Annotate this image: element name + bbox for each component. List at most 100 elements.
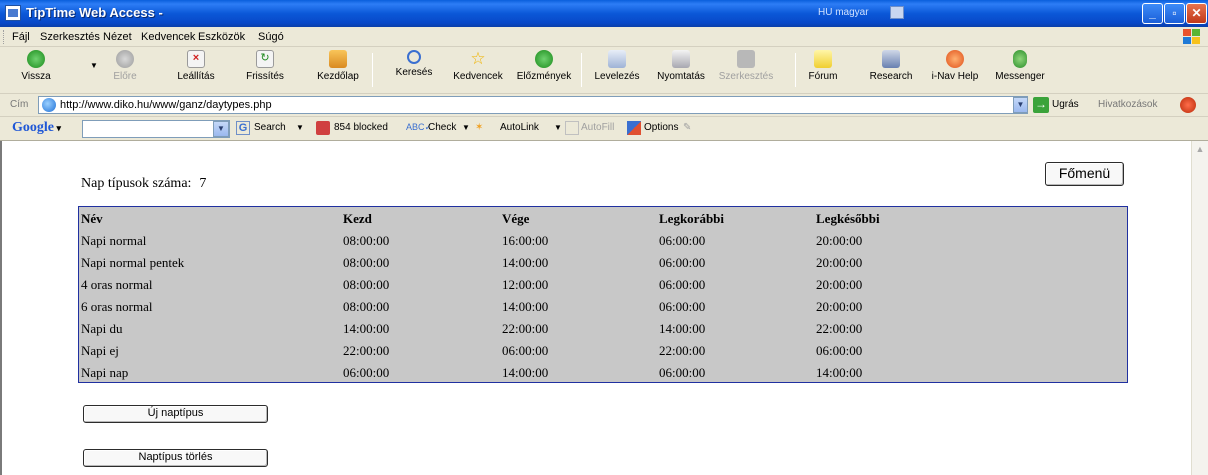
cell-earliest: 14:00:00 [659, 321, 706, 336]
search-dropdown-icon[interactable]: ▼ [296, 123, 304, 132]
toolbar-extension-icon[interactable] [1180, 97, 1196, 113]
menu-edit[interactable]: Szerkesztés [40, 31, 100, 43]
table-row[interactable]: Napi du 14:00:00 22:00:00 14:00:00 22:00… [79, 317, 1127, 339]
cell-earliest: 22:00:00 [659, 343, 706, 358]
highlight-pen-icon[interactable]: ✎ [683, 122, 691, 133]
cell-latest: 06:00:00 [816, 343, 863, 358]
new-day-type-button[interactable]: Új naptípus [83, 405, 268, 423]
research-button[interactable]: Research [866, 50, 916, 90]
cell-start: 08:00:00 [343, 299, 390, 314]
check-button[interactable]: Check [428, 122, 456, 133]
maximize-button[interactable]: ▫ [1164, 3, 1185, 24]
cell-start: 08:00:00 [343, 255, 390, 270]
cell-start: 22:00:00 [343, 343, 390, 358]
options-icon [627, 121, 641, 135]
table-header: Név Kezd Vége Legkorábbi Legkésőbbi [79, 207, 1127, 229]
cell-latest: 20:00:00 [816, 277, 863, 292]
google-search-input[interactable] [82, 120, 230, 138]
google-logo[interactable]: Google ▾ [12, 120, 61, 136]
autolink-button[interactable]: AutoLink [500, 122, 539, 133]
language-indicator[interactable]: HU magyar [818, 7, 869, 18]
minimize-button[interactable]: _ [1142, 3, 1163, 24]
language-bar-icon[interactable] [890, 6, 904, 19]
cell-name[interactable]: Napi normal [81, 233, 146, 249]
back-button[interactable]: Vissza [16, 50, 56, 90]
cell-name[interactable]: Napi nap [81, 365, 128, 381]
address-dropdown-icon[interactable]: ▼ [1013, 97, 1028, 113]
forward-button[interactable]: Előre [105, 50, 145, 90]
table-row[interactable]: Napi ej 22:00:00 06:00:00 22:00:00 06:00… [79, 339, 1127, 361]
toolbar-grip[interactable] [3, 30, 6, 44]
toolbar-separator [581, 53, 582, 87]
toolbar-separator [795, 53, 796, 87]
history-button[interactable]: Előzmények [515, 50, 573, 90]
cell-start: 06:00:00 [343, 365, 390, 380]
research-icon [882, 50, 900, 68]
address-url[interactable]: http://www.diko.hu/www/ganz/daytypes.php [60, 99, 272, 111]
inav-help-icon [946, 50, 964, 68]
google-search-button[interactable]: Search [254, 122, 286, 133]
refresh-button[interactable]: ↻ Frissítés [240, 50, 290, 90]
messenger-button[interactable]: Messenger [995, 50, 1045, 90]
cell-start: 08:00:00 [343, 277, 390, 292]
popup-blocker-icon [316, 121, 330, 135]
popup-blocked-count[interactable]: 854 blocked [334, 122, 388, 133]
cell-latest: 22:00:00 [816, 321, 863, 336]
mail-button[interactable]: Levelezés [593, 50, 641, 90]
menu-help[interactable]: Súgó [258, 31, 284, 43]
cell-name[interactable]: 6 oras normal [81, 299, 152, 315]
vertical-scrollbar[interactable]: ▲ [1191, 141, 1208, 475]
home-button[interactable]: Kezdőlap [312, 50, 364, 90]
menu-file[interactable]: Fájl [12, 31, 30, 43]
cell-latest: 14:00:00 [816, 365, 863, 380]
table-row[interactable]: Napi normal pentek 08:00:00 14:00:00 06:… [79, 251, 1127, 273]
cell-end: 14:00:00 [502, 255, 549, 270]
options-button[interactable]: Options [644, 122, 678, 133]
go-button[interactable]: Ugrás [1052, 99, 1079, 110]
edit-button[interactable]: Szerkesztés [717, 50, 775, 90]
ie-app-icon [5, 5, 21, 21]
column-header-start: Kezd [343, 211, 372, 226]
column-header-latest: Legkésőbbi [816, 211, 880, 226]
column-header-earliest: Legkorábbi [659, 211, 725, 226]
cell-end: 06:00:00 [502, 343, 549, 358]
forum-button[interactable]: Fórum [808, 50, 838, 90]
table-row[interactable]: Napi nap 06:00:00 14:00:00 06:00:00 14:0… [79, 361, 1127, 383]
address-input[interactable]: http://www.diko.hu/www/ganz/daytypes.php [38, 96, 1028, 114]
print-button[interactable]: Nyomtatás [655, 50, 707, 90]
page-favicon-icon [42, 98, 56, 112]
close-button[interactable]: ✕ [1186, 3, 1207, 24]
stop-button[interactable]: × Leállítás [172, 50, 220, 90]
google-search-dropdown-icon[interactable]: ▼ [213, 121, 229, 137]
check-dropdown-icon[interactable]: ▼ [462, 123, 470, 132]
menu-view[interactable]: Nézet [103, 31, 132, 43]
main-menu-button[interactable]: Főmenü [1045, 162, 1124, 186]
cell-start: 08:00:00 [343, 233, 390, 248]
search-button[interactable]: Keresés [392, 50, 436, 90]
cell-name[interactable]: Napi normal pentek [81, 255, 184, 271]
back-dropdown-icon[interactable]: ▼ [90, 61, 98, 70]
cell-earliest: 06:00:00 [659, 255, 706, 270]
table-row[interactable]: Napi normal 08:00:00 16:00:00 06:00:00 2… [79, 229, 1127, 251]
menu-favorites[interactable]: Kedvencek [141, 31, 195, 43]
cell-name[interactable]: Napi du [81, 321, 123, 337]
favorites-button[interactable]: ☆ Kedvencek [451, 50, 505, 90]
inav-help-button[interactable]: i-Nav Help [929, 50, 981, 90]
standard-toolbar: Vissza ▼ Előre × Leállítás ↻ Frissítés K… [0, 47, 1208, 94]
autofill-button[interactable]: AutoFill [581, 122, 614, 133]
table-row[interactable]: 6 oras normal 08:00:00 14:00:00 06:00:00… [79, 295, 1127, 317]
scroll-up-icon[interactable]: ▲ [1193, 142, 1207, 156]
autolink-dropdown-icon[interactable]: ▼ [554, 123, 562, 132]
day-types-table: Név Kezd Vége Legkorábbi Legkésőbbi Napi… [78, 206, 1128, 383]
cell-latest: 20:00:00 [816, 233, 863, 248]
cell-end: 16:00:00 [502, 233, 549, 248]
go-arrow-icon[interactable]: → [1033, 97, 1049, 113]
table-row[interactable]: 4 oras normal 08:00:00 12:00:00 06:00:00… [79, 273, 1127, 295]
google-g-icon[interactable]: G [236, 121, 250, 135]
cell-name[interactable]: 4 oras normal [81, 277, 152, 293]
menu-tools[interactable]: Eszközök [198, 31, 245, 43]
cell-name[interactable]: Napi ej [81, 343, 119, 359]
delete-day-type-button[interactable]: Naptípus törlés [83, 449, 268, 467]
links-label[interactable]: Hivatkozások [1098, 99, 1157, 110]
cell-end: 14:00:00 [502, 299, 549, 314]
